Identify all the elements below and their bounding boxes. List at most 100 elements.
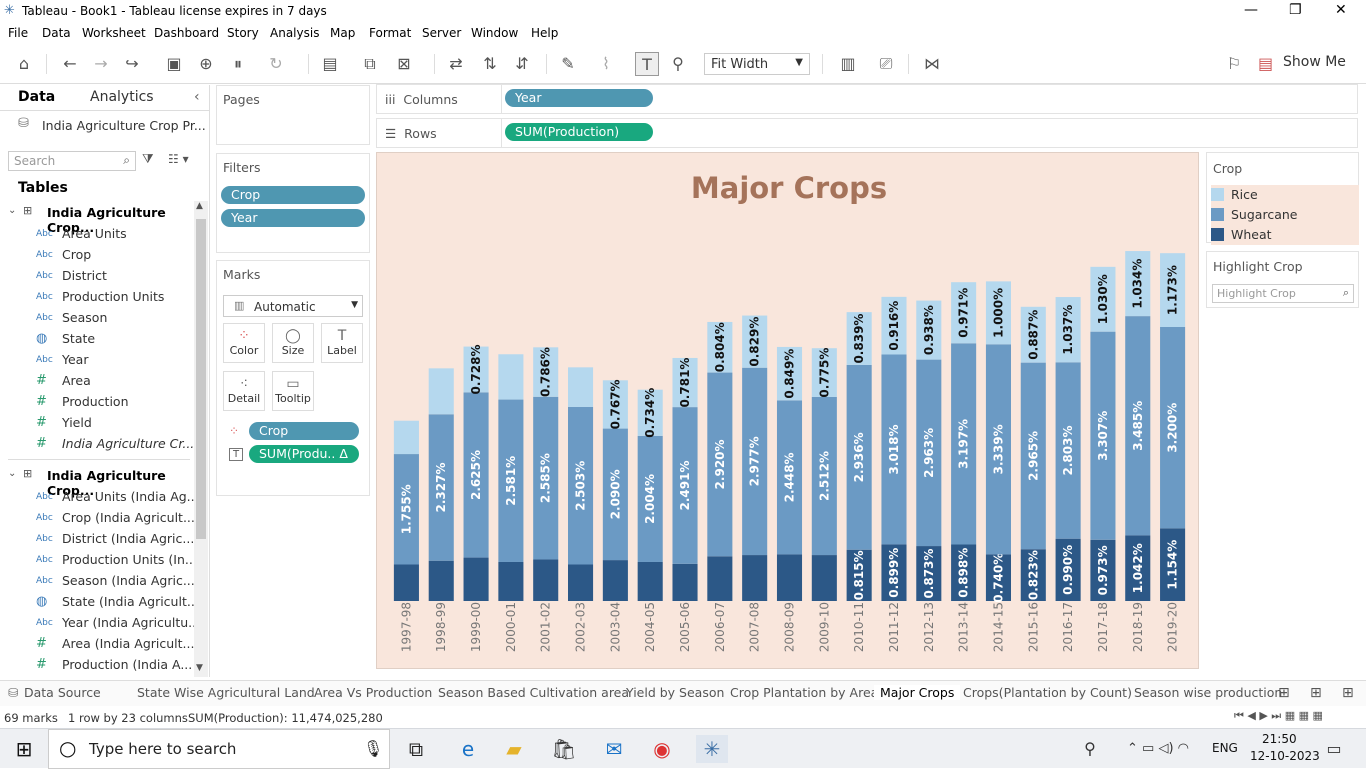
table2-field[interactable]: Year (India Agricultu... [62, 615, 200, 630]
table1-field[interactable]: India Agriculture Cr... [62, 436, 194, 451]
table2-field[interactable]: State (India Agricult... [62, 594, 199, 609]
menu-format[interactable]: Format [369, 26, 411, 40]
marks-pill-crop[interactable]: Crop [249, 422, 359, 440]
field-search-input[interactable]: Search ⌕ [8, 151, 136, 171]
clock-time[interactable]: 21:50 [1262, 732, 1297, 746]
table1-field[interactable]: Yield [62, 415, 92, 430]
menu-map[interactable]: Map [330, 26, 355, 40]
table2-field[interactable]: Crop (India Agricult... [62, 510, 195, 525]
color-button[interactable]: ⁘ Color [223, 323, 265, 363]
collapse-icon[interactable]: ‹ [194, 89, 200, 105]
bar-wheat-2006-07[interactable] [707, 556, 733, 601]
new-worksheet-icon[interactable]: ▤ [318, 52, 342, 76]
view-options-icon[interactable]: ☷ ▾ [168, 152, 189, 166]
table1-field[interactable]: Year [62, 352, 88, 367]
bar-rice-2000-01[interactable] [498, 354, 524, 400]
bar-rice-1997-98[interactable] [393, 420, 419, 455]
columns-shelf[interactable]: iii Columns Year [376, 84, 1358, 114]
bar-wheat-2009-10[interactable] [811, 555, 837, 601]
show-labels-icon[interactable]: T [635, 52, 659, 76]
bar-wheat-2007-08[interactable] [742, 555, 768, 601]
tab-crop-plantation-by-area[interactable]: Crop Plantation by Area [730, 685, 878, 700]
highlight-input[interactable]: Highlight Crop ⌕ [1212, 284, 1354, 303]
menu-dashboard[interactable]: Dashboard [154, 26, 219, 40]
notifications-icon[interactable]: ▭ [1318, 735, 1350, 763]
table1-field[interactable]: State [62, 331, 95, 346]
show-me-icon[interactable]: ▤ [1258, 52, 1273, 76]
table1-field[interactable]: Area Units [62, 226, 127, 241]
filter-pill-year[interactable]: Year [221, 209, 365, 227]
fit-dropdown[interactable]: Fit Width ▼ [704, 53, 810, 75]
save-icon[interactable]: ▣ [162, 52, 186, 76]
redo-icon[interactable]: → [89, 52, 113, 76]
scrollbar-thumb[interactable] [196, 219, 206, 539]
visualization-area[interactable]: Major Crops 1.755% 2.327% 2.625% 0.728% 2.58… [376, 152, 1199, 669]
new-story-icon[interactable]: ⊞ [1342, 685, 1354, 701]
table-expand-icon[interactable]: ⌄ [8, 205, 16, 216]
sheet-navigation-icons[interactable]: ⏮ ◀ ▶ ⏭ ▦ ▦ ▦ [1234, 709, 1323, 723]
bar-rice-2002-03[interactable] [568, 367, 594, 407]
bar-rice-1998-99[interactable] [428, 368, 454, 415]
tab-data-source[interactable]: Data Source [24, 685, 101, 700]
columns-pill-year[interactable]: Year [505, 89, 653, 107]
tooltip-button[interactable]: ▭ Tooltip [272, 371, 314, 411]
tab-analytics[interactable]: Analytics [90, 89, 154, 105]
bar-wheat-2005-06[interactable] [672, 563, 698, 601]
crop-legend[interactable]: Crop Rice Sugarcane Wheat [1206, 152, 1359, 245]
legend-item-sugarcane[interactable]: Sugarcane [1211, 205, 1359, 225]
menu-analysis[interactable]: Analysis [270, 26, 319, 40]
scrollbar[interactable]: ▲ ▼ [194, 201, 208, 677]
microphone-icon[interactable]: 🎙 [363, 739, 383, 758]
share-icon[interactable]: ⋈ [920, 52, 944, 76]
restore-button[interactable]: ❐ [1289, 2, 1302, 18]
table2-field[interactable]: Production (India A... [62, 657, 192, 672]
close-button[interactable]: ✕ [1335, 2, 1347, 18]
show-me-button[interactable]: Show Me [1283, 54, 1346, 70]
pages-card[interactable]: Pages [216, 85, 370, 145]
taskbar-search[interactable]: ○ Type here to search 🎙 [48, 729, 390, 769]
clock-date[interactable]: 12-10-2023 [1250, 749, 1320, 763]
table2-field[interactable]: Area Units (India Ag... [62, 489, 199, 504]
bar-wheat-2003-04[interactable] [602, 560, 628, 601]
refresh-icon[interactable]: ↻ [264, 52, 288, 76]
table2-field[interactable]: Season (India Agric... [62, 573, 195, 588]
tab-yield-by-season[interactable]: Yield by Season [626, 685, 724, 700]
system-tray-icons[interactable]: ⌃ ▭ ◁) ◠ [1110, 735, 1206, 763]
swap-rows-columns-icon[interactable]: ⇄ [444, 52, 468, 76]
scroll-down-icon[interactable]: ▼ [196, 663, 203, 673]
table1-field[interactable]: Area [62, 373, 91, 388]
table1-field[interactable]: Production Units [62, 289, 164, 304]
bar-wheat-1999-00[interactable] [463, 557, 489, 601]
stacked-bar-chart[interactable]: Major Crops 1.755% 2.327% 2.625% 0.728% 2.58… [377, 153, 1200, 670]
new-dashboard-icon[interactable]: ⊞ [1310, 685, 1322, 701]
menu-story[interactable]: Story [227, 26, 259, 40]
rows-shelf[interactable]: ☰ Rows SUM(Production) [376, 118, 1358, 148]
table2-field[interactable]: District (India Agric... [62, 531, 194, 546]
legend-item-rice[interactable]: Rice [1211, 185, 1359, 205]
clear-sheet-icon[interactable]: ⊠ [392, 52, 416, 76]
tab-area-vs-production[interactable]: Area Vs Production [314, 685, 432, 700]
detail-button[interactable]: ⁖ Detail [223, 371, 265, 411]
tab-crops-plantation-by-count[interactable]: Crops(Plantation by Count) [963, 685, 1132, 700]
menu-file[interactable]: File [8, 26, 28, 40]
bar-wheat-2000-01[interactable] [498, 561, 524, 601]
new-datasource-icon[interactable]: ⊕ [194, 52, 218, 76]
mail-icon[interactable]: ✉ [598, 735, 630, 763]
undo-icon[interactable]: ← [58, 52, 82, 76]
tab-data[interactable]: Data [18, 89, 55, 105]
bar-wheat-2004-05[interactable] [637, 561, 663, 601]
presentation-mode-icon[interactable]: ⎚ [874, 52, 898, 76]
tab-season-based-cultivation-area[interactable]: Season Based Cultivation area [438, 685, 629, 700]
bar-wheat-1997-98[interactable] [393, 564, 419, 602]
minimize-button[interactable]: — [1244, 2, 1258, 18]
menu-worksheet[interactable]: Worksheet [82, 26, 146, 40]
file-explorer-icon[interactable]: ▰ [498, 735, 530, 763]
bar-wheat-2008-09[interactable] [776, 554, 803, 601]
replay-icon[interactable]: ↪ [120, 52, 144, 76]
menu-server[interactable]: Server [422, 26, 461, 40]
tab-state-wise-agricultural-land[interactable]: State Wise Agricultural Land [137, 685, 315, 700]
bar-wheat-2002-03[interactable] [568, 564, 594, 602]
table1-field[interactable]: Production [62, 394, 129, 409]
duplicate-sheet-icon[interactable]: ⧉ [358, 52, 382, 76]
store-icon[interactable]: 🛍 [548, 735, 580, 763]
